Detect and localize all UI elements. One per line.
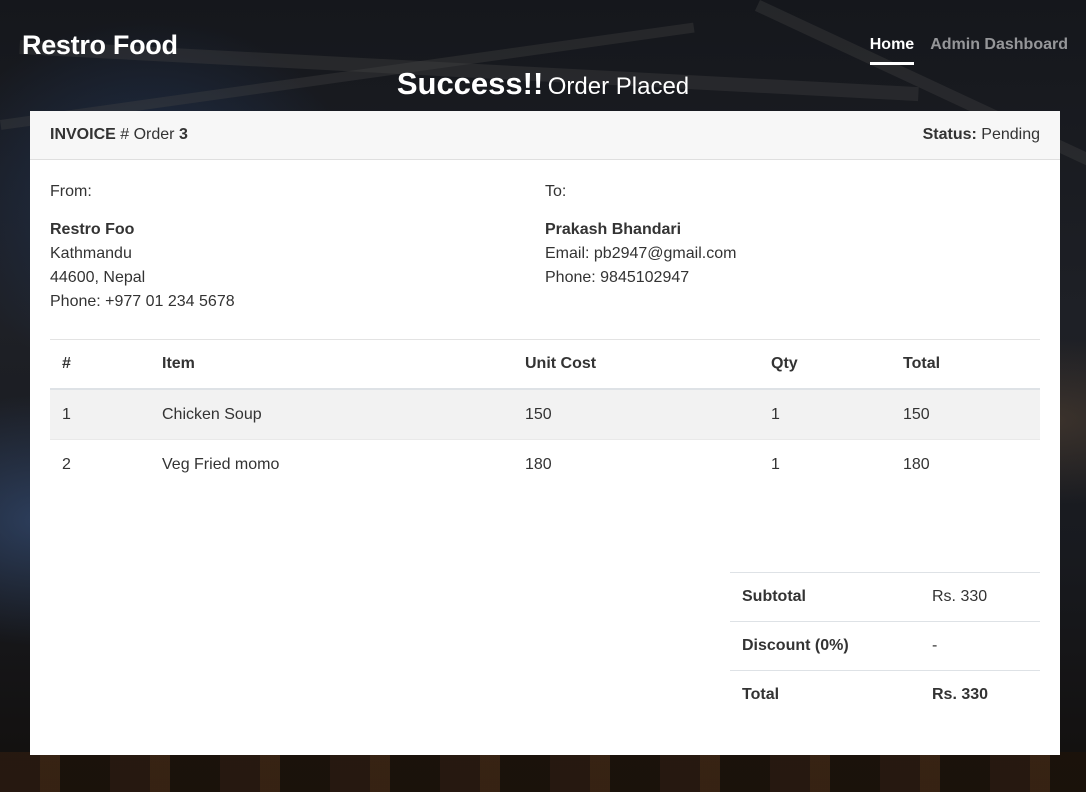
cell-number: 1 — [50, 389, 150, 440]
success-heading: Success!! Order Placed — [0, 66, 1086, 102]
col-unit-cost: Unit Cost — [513, 340, 759, 390]
invoice-order-number: 3 — [178, 126, 188, 143]
to-phone: Phone: 9845102947 — [545, 269, 690, 286]
to-name: Prakash Bhandari — [545, 221, 682, 238]
table-row: 2 Veg Fried momo 180 1 180 — [50, 440, 1040, 490]
invoice-status: Status: Pending — [923, 126, 1040, 144]
to-email: Email: pb2947@gmail.com — [545, 245, 737, 262]
subtotal-label: Subtotal — [730, 572, 920, 622]
invoice-card: INVOICE # Order 3 Status: Pending From: … — [30, 111, 1060, 755]
brand-logo[interactable]: Restro Food — [22, 30, 178, 61]
cell-unit-cost: 150 — [513, 389, 759, 440]
cell-number: 2 — [62, 455, 71, 473]
total-value: Rs. 330 — [920, 670, 1040, 719]
from-line2: 44600, Nepal — [50, 269, 146, 286]
grand-total-row: Total Rs. 330 — [730, 670, 1040, 719]
cell-unit-cost: 180 — [525, 455, 552, 473]
from-phone: Phone: +977 01 234 5678 — [50, 293, 235, 310]
items-header-row: # Item Unit Cost Qty Total — [50, 340, 1040, 390]
cell-qty: 1 — [759, 389, 891, 440]
col-number: # — [50, 340, 150, 390]
success-title: Success!! — [396, 66, 544, 101]
discount-label: Discount (0%) — [730, 621, 920, 671]
status-label: Status: — [922, 126, 977, 143]
col-item: Item — [150, 340, 513, 390]
discount-value: - — [920, 621, 1040, 671]
col-total: Total — [891, 340, 1040, 390]
items-table: # Item Unit Cost Qty Total 1 Chicken Sou… — [50, 340, 1040, 489]
invoice-order-word: Order — [133, 126, 175, 143]
cell-item: Chicken Soup — [150, 389, 513, 440]
main-nav: Home Admin Dashboard — [869, 36, 1068, 65]
col-qty: Qty — [759, 340, 891, 390]
invoice-label: INVOICE — [50, 126, 116, 143]
total-label: Total — [730, 670, 920, 719]
from-label: From: — [50, 183, 92, 200]
chairs-decoration — [0, 752, 1086, 792]
site-header: Restro Food Home Admin Dashboard Success… — [0, 0, 1086, 110]
totals-summary: Subtotal Rs. 330 Discount (0%) - Total R… — [730, 572, 1040, 719]
cell-qty: 1 — [771, 455, 780, 473]
to-address: To: Prakash Bhandari Email: pb2947@gmail… — [545, 180, 1040, 314]
nav-home-link[interactable]: Home — [869, 36, 915, 65]
invoice-header: INVOICE # Order 3 Status: Pending — [30, 111, 1060, 160]
cell-total: 150 — [891, 389, 1040, 440]
from-address: From: Restro Foo Kathmandu 44600, Nepal … — [50, 180, 545, 314]
cell-total: 180 — [903, 455, 930, 473]
subtotal-row: Subtotal Rs. 330 — [730, 572, 1040, 622]
status-value: Pending — [981, 126, 1040, 143]
nav-admin-dashboard-link[interactable]: Admin Dashboard — [930, 36, 1068, 65]
success-subtitle: Order Placed — [547, 73, 690, 100]
cell-item: Veg Fried momo — [162, 455, 280, 473]
subtotal-value: Rs. 330 — [920, 572, 1040, 622]
invoice-title: INVOICE # Order 3 — [50, 126, 188, 144]
from-name: Restro Foo — [50, 221, 135, 238]
invoice-hash: # — [120, 126, 130, 143]
table-row: 1 Chicken Soup 150 1 150 — [50, 389, 1040, 440]
from-line1: Kathmandu — [50, 245, 132, 262]
discount-row: Discount (0%) - — [730, 621, 1040, 671]
to-label: To: — [545, 183, 567, 200]
